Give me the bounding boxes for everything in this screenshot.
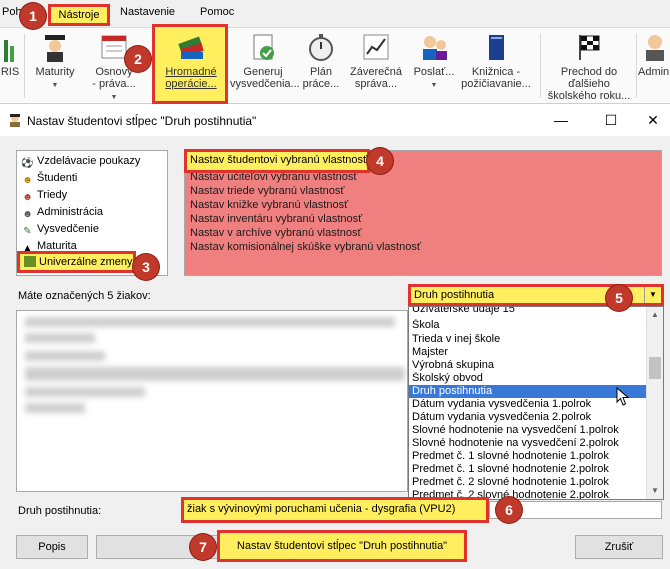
ribbon-separator [24, 34, 25, 98]
student-row-blurred [25, 387, 145, 397]
mouse-cursor-icon [616, 387, 630, 406]
tree-item-triedy[interactable]: ☻ Triedy [21, 189, 67, 205]
send-people-icon [423, 36, 447, 60]
apply-button[interactable]: Nastav študentovi stĺpec "Druh postihnut… [217, 530, 467, 562]
dropdown-option[interactable]: Trieda v inej škole [409, 333, 647, 346]
graduate-icon [45, 35, 65, 62]
value-input[interactable]: žiak s vývinovými poruchami učenia - dys… [181, 497, 489, 523]
action-item-inventar[interactable]: Nastav inventáru vybranú vlastnosť [190, 213, 362, 225]
ribbon-hromadne-operacie-button[interactable]: Hromadné operácie... [156, 30, 226, 102]
value-label: Druh postihnutia: [18, 505, 102, 517]
ribbon-maturity-button[interactable]: Maturity ▼ [30, 30, 80, 102]
dropdown-arrow-icon: ▼ [430, 82, 438, 89]
callout-5: 5 [606, 285, 632, 311]
ribbon-plan-prace-button[interactable]: Plán práce... [298, 30, 344, 102]
student-row-blurred [25, 317, 395, 327]
bars-icon [4, 40, 14, 62]
callout-6: 6 [496, 497, 522, 523]
minimize-icon[interactable]: — [546, 110, 576, 130]
generate-certificate-icon [253, 34, 274, 60]
chart-report-icon [363, 34, 389, 60]
ribbon-zaverecna-sprava-button[interactable]: Záverečná správa... [346, 30, 406, 102]
ribbon-partial-button[interactable]: RIS [0, 30, 20, 102]
callout-1: 1 [20, 3, 46, 29]
menu-item-nastavenie[interactable]: Nastavenie [120, 6, 175, 18]
stopwatch-icon [309, 34, 333, 61]
student-row-blurred [25, 333, 95, 343]
describe-button[interactable]: Popis [16, 535, 88, 559]
ribbon-kniznica-button[interactable]: Knižnica - požičiavanie... [460, 30, 532, 102]
tree-item-vysvedcenie[interactable]: ✎ Vysvedčenie [21, 223, 99, 239]
callout-7: 7 [190, 534, 216, 560]
scroll-up-icon[interactable]: ▲ [647, 307, 663, 323]
action-item-komisionalna[interactable]: Nastav komisionálnej skúške vybranú vlas… [190, 241, 421, 253]
property-dropdown-list[interactable]: Užívateľské údaje 15 Škola Trieda v inej… [408, 306, 664, 500]
books-icon [24, 256, 36, 267]
app-icon [10, 114, 20, 127]
callout-3: 3 [133, 254, 159, 280]
ribbon-toolbar: RIS Maturity ▼ Osnovy - práva... ▼ Hroma… [0, 24, 670, 104]
book-library-icon [489, 35, 504, 60]
dropdown-option[interactable]: Slovné hodnotenie na vysvedčení 1.polrok [409, 424, 647, 437]
tree-item-administracia[interactable]: ☻ Administrácia [21, 206, 103, 222]
admin-person-icon: ☻ [22, 209, 33, 220]
dropdown-option[interactable]: Školský obvod [409, 372, 647, 385]
dropdown-scrollbar[interactable]: ▲ ▼ [646, 307, 663, 499]
ribbon-poslat-button[interactable]: Poslať... ▼ [410, 30, 458, 102]
dialog-titlebar: Nastav študentovi stĺpec "Druh postihnut… [0, 104, 670, 136]
scroll-down-icon[interactable]: ▼ [647, 483, 663, 499]
admin-icon [646, 35, 664, 61]
ribbon-separator [540, 34, 541, 98]
cancel-button[interactable]: Zrušiť [575, 535, 663, 559]
dropdown-arrow-icon: ▼ [110, 94, 118, 101]
menu-item-nastroje[interactable]: Nástroje [48, 4, 110, 26]
action-item-kniha[interactable]: Nastav knižke vybranú vlastnosť [190, 199, 348, 211]
menu-item-pomoc[interactable]: Pomoc [200, 6, 234, 18]
books-icon [178, 36, 204, 59]
dialog-title: Nastav študentovi stĺpec "Druh postihnut… [27, 114, 257, 128]
student-list[interactable] [16, 310, 408, 492]
selected-count-label: Máte označených 5 žiakov: [18, 290, 151, 302]
dropdown-option[interactable]: Predmet č. 1 slovné hodnotenie 1.polrok [409, 450, 647, 463]
student-row-blurred [25, 367, 405, 381]
callout-2: 2 [125, 46, 151, 72]
menu-item-poh[interactable]: Poh [2, 6, 22, 18]
dropdown-option[interactable]: Slovné hodnotenie na vysvedčení 2.polrok [409, 437, 647, 450]
dropdown-option[interactable]: Dátum vydania vysvedčenia 2.polrok [409, 411, 647, 424]
chevron-down-icon[interactable]: ▼ [644, 287, 661, 303]
ribbon-prechod-button[interactable]: Prechod do ďalšieho školského roku... [546, 30, 632, 102]
dropdown-arrow-icon: ▼ [51, 82, 59, 89]
student-icon: ☻ [22, 175, 33, 186]
callout-4: 4 [367, 148, 393, 174]
ribbon-separator [636, 34, 637, 98]
dropdown-option[interactable]: Predmet č. 2 slovné hodnotenie 1.polrok [409, 476, 647, 489]
ribbon-generuj-vysvedcenia-button[interactable]: Generuj vysvedčenia... [230, 30, 300, 102]
action-item-student[interactable]: Nastav študentovi vybranú vlastnosť [184, 149, 370, 173]
certificate-icon: ✎ [23, 226, 32, 237]
ball-icon: ⚽ [21, 158, 34, 169]
action-item-trieda[interactable]: Nastav triede vybranú vlastnosť [190, 185, 345, 197]
scroll-thumb[interactable] [649, 357, 661, 379]
tree-item-univerzalne-zmeny[interactable]: Univerzálne zmeny [17, 251, 136, 273]
maximize-icon[interactable]: ☐ [596, 110, 626, 130]
tree-item-studenti[interactable]: ☻ Študenti [21, 172, 77, 188]
tree-item-vzdelavacie-poukazy[interactable]: ⚽ Vzdelávacie poukazy [21, 155, 140, 171]
checkered-flag-icon [579, 35, 600, 60]
dropdown-option[interactable]: Dátum vydania vysvedčenia 1.polrok [409, 398, 647, 411]
action-item-archiv[interactable]: Nastav v archíve vybranú vlastnosť [190, 227, 362, 239]
close-icon[interactable]: ✕ [638, 110, 668, 130]
ribbon-admin-button[interactable]: Admin [638, 30, 670, 102]
dropdown-option[interactable]: Škola [409, 319, 647, 332]
student-row-blurred [25, 403, 85, 413]
dropdown-option[interactable]: Majster [409, 346, 647, 359]
dropdown-option-selected[interactable]: Druh postihnutia [409, 385, 647, 398]
menu-bar: Poh Nástroje Nastavenie Pomoc [0, 0, 670, 28]
student-row-blurred [25, 351, 105, 361]
class-group-icon: ☻ [22, 192, 33, 203]
dropdown-option[interactable]: Predmet č. 1 slovné hodnotenie 2.polrok [409, 463, 647, 476]
dropdown-option[interactable]: Výrobná skupina [409, 359, 647, 372]
